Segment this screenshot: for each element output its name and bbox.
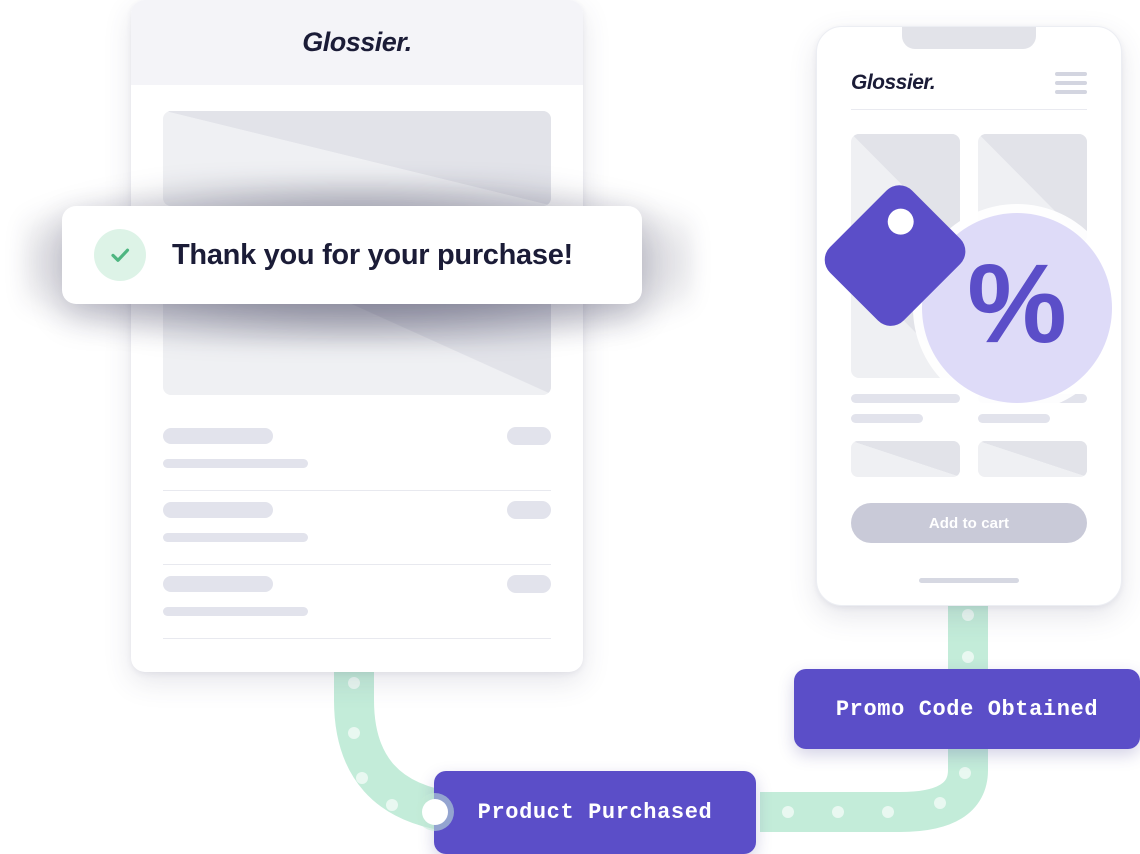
- image-placeholder: [978, 441, 1087, 477]
- line-item-price-placeholder: [507, 575, 551, 593]
- table-row: [163, 491, 551, 565]
- line-item-title-placeholder: [163, 502, 273, 518]
- row-divider: [163, 638, 551, 639]
- line-item-subtitle-placeholder: [163, 607, 308, 616]
- hamburger-menu-icon[interactable]: [1055, 72, 1087, 94]
- line-item-title-placeholder: [163, 428, 273, 444]
- event-chip-product-purchased[interactable]: Product Purchased: [434, 771, 756, 854]
- toast-message: Thank you for your purchase!: [172, 238, 573, 271]
- table-row: [163, 417, 551, 491]
- line-item-price-placeholder: [507, 427, 551, 445]
- purchase-confirmation-toast: Thank you for your purchase!: [62, 206, 642, 304]
- image-placeholder: [851, 441, 960, 477]
- line-item-subtitle-placeholder: [163, 533, 308, 542]
- table-row: [163, 565, 551, 639]
- illustration-canvas: Glossier. Thank you for your purchase! G…: [0, 0, 1140, 854]
- receipt-header: Glossier.: [131, 0, 583, 85]
- event-chip-promo-code-obtained[interactable]: Promo Code Obtained: [794, 669, 1140, 749]
- price-tag-icon: [824, 185, 966, 326]
- check-icon: [94, 229, 146, 281]
- flow-node-dot: [422, 799, 448, 825]
- secondary-placeholder-row: [851, 441, 1087, 477]
- brand-logo: Glossier.: [851, 71, 936, 94]
- receipt-body: [131, 85, 583, 639]
- line-item-title-placeholder: [163, 576, 273, 592]
- line-item-price-placeholder: [507, 501, 551, 519]
- brand-logo: Glossier.: [302, 27, 412, 57]
- order-line-items: [163, 417, 551, 639]
- home-indicator: [919, 578, 1019, 583]
- line-item-subtitle-placeholder: [163, 459, 308, 468]
- add-to-cart-button[interactable]: Add to cart: [851, 503, 1087, 543]
- phone-header: Glossier.: [851, 71, 1087, 109]
- discount-badge: %: [822, 183, 1112, 433]
- header-divider: [851, 109, 1087, 110]
